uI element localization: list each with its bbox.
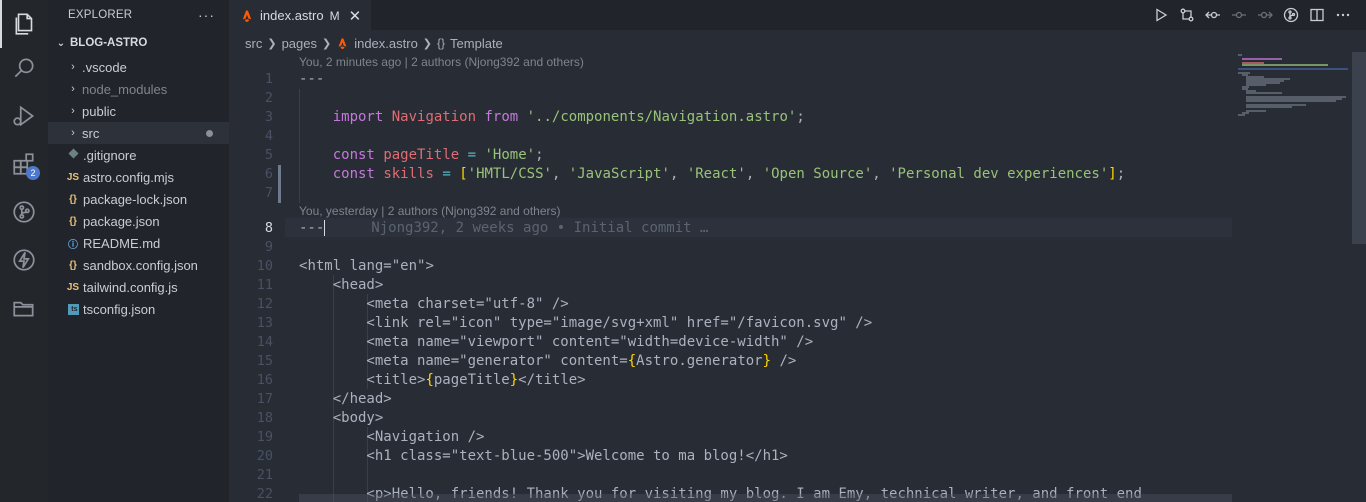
tree-item-label: .vscode <box>82 59 127 75</box>
breadcrumb-pages[interactable]: pages <box>282 36 317 51</box>
chevron-right-icon: ❯ <box>267 37 277 50</box>
compare-changes-icon[interactable] <box>1174 2 1200 28</box>
git-lens-icon[interactable] <box>1278 2 1304 28</box>
chevron-right-icon: › <box>71 83 75 95</box>
more-actions-icon[interactable]: ··· <box>198 7 215 23</box>
tab-label: index.astro <box>260 8 324 23</box>
tree-item-label: package.json <box>83 213 160 229</box>
split-editor-icon[interactable] <box>1304 2 1330 28</box>
ts-icon: ts <box>64 303 82 315</box>
current-line-number: 8 <box>264 220 273 236</box>
tree-file[interactable]: ts tsconfig.json <box>48 298 229 320</box>
js-icon: JS <box>66 281 80 293</box>
chevron-down-icon: ⌄ <box>56 37 66 49</box>
inline-blame: Njong392, 2 weeks ago • Initial commit … <box>371 220 709 236</box>
explorer-header: EXPLORER ··· <box>48 0 229 30</box>
modified-indicator: M <box>329 8 340 23</box>
open-changes-icon[interactable] <box>1200 2 1226 28</box>
js-icon: JS <box>66 171 80 183</box>
codelens-authors[interactable]: You, 2 minutes ago | 2 authors (Njong392… <box>299 54 584 70</box>
tree-item-label: tsconfig.json <box>83 301 156 317</box>
tree-item-label: src <box>82 125 100 141</box>
json-icon: {} <box>69 193 77 205</box>
editor-area: index.astro M ✕ src ❯ pages ❯ index.astr… <box>229 0 1366 502</box>
breadcrumb-symbol[interactable]: Template <box>450 36 503 51</box>
run-debug-icon[interactable] <box>0 92 48 140</box>
more-actions-icon[interactable] <box>1330 2 1356 28</box>
git-modified-gutter <box>278 165 281 203</box>
tree-item-label: README.md <box>83 235 161 251</box>
run-icon[interactable] <box>1148 2 1174 28</box>
tab-bar: index.astro M ✕ <box>229 0 1366 30</box>
code-editor[interactable]: You, 2 minutes ago | 2 authors (Njong392… <box>229 52 1232 502</box>
tree-file[interactable]: JS astro.config.mjs <box>48 166 229 188</box>
tree-file[interactable]: JS tailwind.config.js <box>48 276 229 298</box>
tab-index-astro[interactable]: index.astro M ✕ <box>229 0 371 30</box>
close-icon[interactable]: ✕ <box>349 7 362 25</box>
git-icon <box>64 148 82 162</box>
explorer-sidebar: EXPLORER ··· ⌄ BLOG-ASTRO › .vscode › node_… <box>48 0 229 502</box>
breadcrumb-src[interactable]: src <box>245 36 262 51</box>
breadcrumb: src ❯ pages ❯ index.astro ❯ {} Template <box>245 33 503 53</box>
tree-file[interactable]: .gitignore <box>48 144 229 166</box>
editor-toolbar <box>1148 0 1356 30</box>
activity-bar: 2 <box>0 0 48 502</box>
chevron-right-icon: ❯ <box>422 37 433 50</box>
source-control-icon[interactable] <box>0 188 48 236</box>
chevron-right-icon: › <box>71 105 75 117</box>
tree-folder[interactable]: › public <box>48 100 229 122</box>
breadcrumb-file[interactable]: index.astro <box>354 36 418 51</box>
chevron-right-icon: ❯ <box>321 37 332 50</box>
tree-item-label: public <box>82 103 116 119</box>
vertical-scrollbar-thumb[interactable] <box>1352 52 1366 244</box>
tree-item-label: package-lock.json <box>83 191 188 207</box>
astro-icon <box>338 37 347 49</box>
workspace-title: BLOG-ASTRO <box>70 37 148 49</box>
tree-file[interactable]: {} sandbox.config.json <box>48 254 229 276</box>
tree-folder[interactable]: › .vscode <box>48 56 229 78</box>
tree-file[interactable]: {} package.json <box>48 210 229 232</box>
previous-change-icon[interactable] <box>1226 2 1252 28</box>
horizontal-scrollbar[interactable] <box>299 494 1232 502</box>
tree-item-label: tailwind.config.js <box>83 279 178 295</box>
next-change-icon[interactable] <box>1252 2 1278 28</box>
explorer-title: EXPLORER <box>68 9 133 21</box>
json-icon: {} <box>69 215 77 227</box>
astro-icon <box>242 9 252 22</box>
tree-item-label: sandbox.config.json <box>83 257 198 273</box>
file-tree: › .vscode › node_modules › public › src .gitigno… <box>48 56 229 320</box>
codelens-authors[interactable]: You, yesterday | 2 authors (Njong392 and… <box>299 203 561 219</box>
explorer-icon[interactable] <box>0 0 48 48</box>
tree-folder[interactable]: › node_modules <box>48 78 229 100</box>
symbol-braces-icon: {} <box>437 36 446 50</box>
workspace-section[interactable]: ⌄ BLOG-ASTRO <box>48 30 229 56</box>
tree-item-label: node_modules <box>82 81 168 97</box>
tree-file[interactable]: {} package-lock.json <box>48 188 229 210</box>
folders-icon[interactable] <box>0 284 48 332</box>
modified-dot <box>206 130 213 137</box>
info-icon: ⓘ <box>68 239 78 251</box>
tree-item-label: .gitignore <box>83 147 137 163</box>
chevron-right-icon: › <box>71 127 75 139</box>
tree-folder[interactable]: › src <box>48 122 229 144</box>
extensions-icon[interactable]: 2 <box>0 140 48 188</box>
tree-file[interactable]: ⓘ README.md <box>48 232 229 254</box>
extensions-badge: 2 <box>26 166 40 180</box>
lightning-icon[interactable] <box>0 236 48 284</box>
chevron-right-icon: › <box>71 61 75 73</box>
tree-item-label: astro.config.mjs <box>83 169 175 185</box>
search-icon[interactable] <box>0 44 48 92</box>
minimap[interactable] <box>1232 52 1352 502</box>
json-icon: {} <box>69 259 77 271</box>
